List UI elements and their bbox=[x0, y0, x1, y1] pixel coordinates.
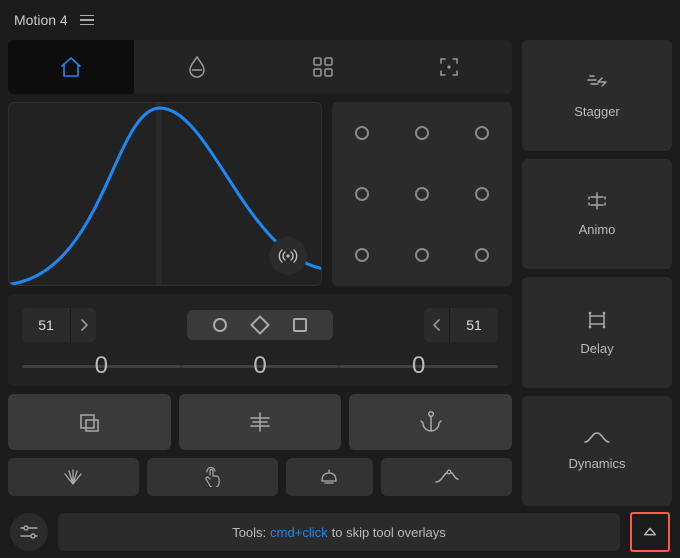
tab-focus[interactable] bbox=[386, 40, 512, 94]
shape-diamond[interactable] bbox=[250, 315, 270, 335]
sidebar-delay[interactable]: Delay bbox=[522, 277, 672, 388]
right-value[interactable]: 51 bbox=[450, 317, 498, 333]
anchor-bc[interactable] bbox=[415, 248, 429, 262]
footer: Tools: cmd+click to skip tool overlays bbox=[0, 512, 680, 558]
home-icon bbox=[59, 56, 83, 78]
right-value-prev[interactable] bbox=[424, 308, 450, 342]
tool-strip bbox=[8, 458, 512, 496]
mode-align[interactable] bbox=[179, 394, 342, 450]
sidebar: Stagger Animo Delay Dynamics bbox=[522, 40, 672, 506]
left-value[interactable]: 51 bbox=[22, 317, 70, 333]
broadcast-button[interactable] bbox=[269, 237, 307, 275]
mode-scale[interactable] bbox=[8, 394, 171, 450]
fan-icon bbox=[62, 468, 84, 486]
anchor-br[interactable] bbox=[475, 248, 489, 262]
value-panel: 51 51 bbox=[8, 294, 512, 386]
slider-2[interactable] bbox=[181, 352, 340, 380]
drop-icon bbox=[187, 55, 207, 79]
curve-icon bbox=[434, 469, 460, 485]
status-suffix: to skip tool overlays bbox=[332, 525, 446, 540]
sidebar-animo-label: Animo bbox=[579, 222, 616, 237]
sliders-icon bbox=[19, 524, 39, 540]
app-title: Motion 4 bbox=[14, 12, 68, 28]
shape-circle[interactable] bbox=[213, 318, 227, 332]
shape-picker bbox=[187, 310, 333, 340]
tab-drop[interactable] bbox=[134, 40, 260, 94]
right-value-box: 51 bbox=[424, 308, 498, 342]
anchor-icon bbox=[420, 410, 442, 434]
anchor-tl[interactable] bbox=[355, 126, 369, 140]
anchor-tr[interactable] bbox=[475, 126, 489, 140]
animo-icon bbox=[584, 190, 610, 212]
delay-icon bbox=[585, 309, 609, 331]
status-bar: Tools: cmd+click to skip tool overlays bbox=[58, 513, 620, 551]
stagger-icon bbox=[584, 72, 610, 94]
dynamics-icon bbox=[583, 430, 611, 446]
nav-tabs bbox=[8, 40, 512, 94]
mode-anchor[interactable] bbox=[349, 394, 512, 450]
anchor-mr[interactable] bbox=[475, 187, 489, 201]
scale-icon bbox=[77, 411, 101, 433]
titlebar: Motion 4 bbox=[0, 0, 680, 40]
slider-1[interactable] bbox=[22, 352, 181, 380]
broadcast-icon bbox=[278, 247, 298, 265]
shape-square[interactable] bbox=[293, 318, 307, 332]
focus-icon bbox=[438, 56, 460, 78]
sidebar-animo[interactable]: Animo bbox=[522, 159, 672, 270]
collapse-button[interactable] bbox=[630, 512, 670, 552]
grid-icon bbox=[312, 56, 334, 78]
tool-fan[interactable] bbox=[8, 458, 139, 496]
sidebar-dynamics[interactable]: Dynamics bbox=[522, 396, 672, 507]
status-prefix: Tools: bbox=[232, 525, 266, 540]
anchor-point-grid bbox=[332, 102, 512, 286]
tool-curve[interactable] bbox=[381, 458, 512, 496]
anchor-tc[interactable] bbox=[415, 126, 429, 140]
bell-icon bbox=[319, 468, 339, 486]
menu-icon[interactable] bbox=[80, 15, 94, 26]
mode-row bbox=[8, 394, 512, 450]
settings-button[interactable] bbox=[10, 513, 48, 551]
sidebar-delay-label: Delay bbox=[580, 341, 613, 356]
sidebar-stagger-label: Stagger bbox=[574, 104, 620, 119]
tab-home[interactable] bbox=[8, 40, 134, 94]
tab-grid[interactable] bbox=[260, 40, 386, 94]
anchor-bl[interactable] bbox=[355, 248, 369, 262]
sidebar-stagger[interactable]: Stagger bbox=[522, 40, 672, 151]
status-highlight: cmd+click bbox=[270, 525, 327, 540]
anchor-mc[interactable] bbox=[415, 187, 429, 201]
sliders-row bbox=[22, 352, 498, 380]
slider-3[interactable] bbox=[339, 352, 498, 380]
left-value-box: 51 bbox=[22, 308, 96, 342]
tool-touch[interactable] bbox=[147, 458, 278, 496]
caret-up-icon bbox=[641, 523, 659, 541]
easing-curve-panel[interactable] bbox=[8, 102, 322, 286]
left-value-next[interactable] bbox=[70, 308, 96, 342]
sidebar-dynamics-label: Dynamics bbox=[568, 456, 625, 471]
touch-icon bbox=[202, 467, 222, 487]
align-icon bbox=[247, 412, 273, 432]
anchor-ml[interactable] bbox=[355, 187, 369, 201]
tool-bell[interactable] bbox=[286, 458, 373, 496]
